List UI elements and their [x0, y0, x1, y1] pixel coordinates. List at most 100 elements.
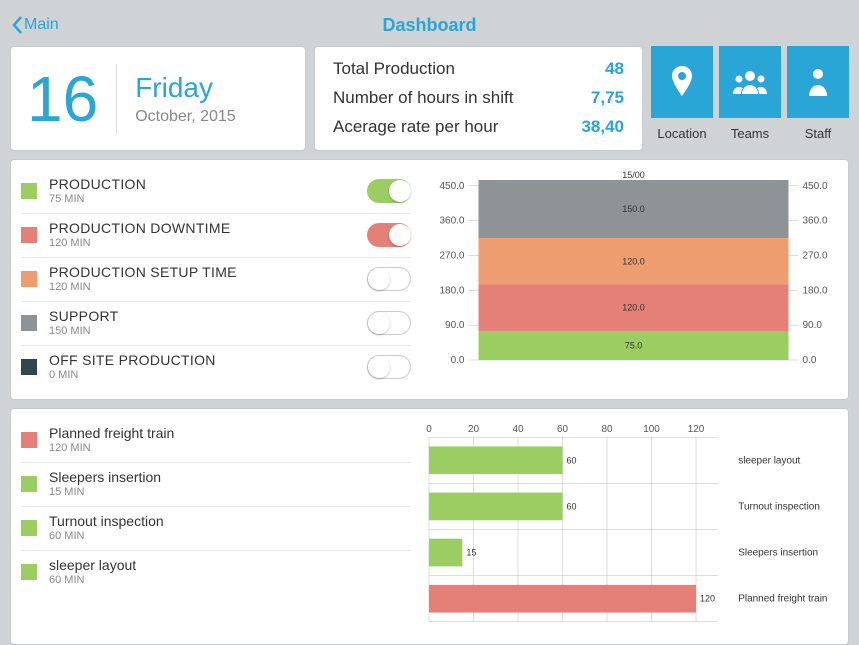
- category-minutes: 120 MIN: [49, 237, 367, 249]
- svg-text:270.0: 270.0: [439, 250, 464, 261]
- stat-label: Total Production: [333, 55, 455, 84]
- category-minutes: 75 MIN: [49, 193, 367, 205]
- color-swatch: [21, 227, 37, 243]
- task-name: Turnout inspection: [49, 513, 411, 529]
- stat-value: 48: [605, 55, 624, 84]
- date-divider: [116, 64, 117, 134]
- color-swatch: [21, 183, 37, 199]
- task-name: Sleepers insertion: [49, 469, 411, 485]
- svg-text:Turnout inspection: Turnout inspection: [738, 501, 820, 512]
- nav-btn-label: Staff: [805, 126, 832, 141]
- color-swatch: [21, 520, 37, 536]
- svg-text:Sleepers insertion: Sleepers insertion: [738, 548, 818, 559]
- chevron-left-icon: [10, 15, 24, 35]
- category-minutes: 120 MIN: [49, 281, 367, 293]
- category-item: SUPPORT150 MIN: [21, 302, 411, 346]
- svg-text:20: 20: [468, 424, 480, 435]
- back-button[interactable]: Main: [10, 15, 59, 35]
- svg-text:15/00: 15/00: [622, 170, 645, 180]
- category-item: PRODUCTION DOWNTIME120 MIN: [21, 214, 411, 258]
- task-minutes: 60 MIN: [49, 574, 411, 586]
- svg-text:Planned freight train: Planned freight train: [738, 594, 827, 605]
- svg-text:180.0: 180.0: [439, 285, 464, 296]
- svg-text:120: 120: [700, 594, 715, 604]
- categories-panel: PRODUCTION75 MINPRODUCTION DOWNTIME120 M…: [10, 159, 849, 400]
- teams-icon: [733, 70, 767, 94]
- svg-text:80: 80: [601, 424, 613, 435]
- task-minutes: 120 MIN: [49, 442, 411, 454]
- category-name: OFF SITE PRODUCTION: [49, 352, 367, 368]
- category-toggle[interactable]: [367, 223, 411, 247]
- back-label: Main: [24, 16, 59, 34]
- category-minutes: 0 MIN: [49, 369, 367, 381]
- svg-text:60: 60: [566, 455, 576, 465]
- stat-value: 38,40: [581, 113, 624, 142]
- svg-text:90.0: 90.0: [445, 320, 465, 331]
- category-name: PRODUCTION SETUP TIME: [49, 264, 367, 280]
- stacked-chart: 0.0 0.0 90.0 90.0 180.0 180.0 270.0 270.0 360.0 3…: [419, 170, 838, 389]
- stats-card: Total Production 48 Number of hours in sh…: [314, 46, 643, 151]
- color-swatch: [21, 271, 37, 287]
- location-button[interactable]: Location: [651, 46, 713, 151]
- category-name: PRODUCTION: [49, 176, 367, 192]
- location-pin-icon: [668, 66, 696, 98]
- svg-text:60: 60: [566, 501, 576, 511]
- color-swatch: [21, 432, 37, 448]
- color-swatch: [21, 476, 37, 492]
- task-name: sleeper layout: [49, 557, 411, 573]
- svg-text:sleeper layout: sleeper layout: [738, 455, 800, 466]
- stat-label: Acerage rate per hour: [333, 113, 498, 142]
- svg-text:120: 120: [688, 424, 705, 435]
- svg-text:360.0: 360.0: [803, 216, 828, 227]
- category-toggle[interactable]: [367, 355, 411, 379]
- date-monthyear: October, 2015: [135, 108, 236, 126]
- date-card: 16 Friday October, 2015: [10, 46, 306, 151]
- category-toggle[interactable]: [367, 267, 411, 291]
- task-name: Planned freight train: [49, 425, 411, 441]
- task-minutes: 60 MIN: [49, 530, 411, 542]
- svg-text:40: 40: [512, 424, 524, 435]
- category-toggle[interactable]: [367, 311, 411, 335]
- color-swatch: [21, 359, 37, 375]
- color-swatch: [21, 564, 37, 580]
- task-minutes: 15 MIN: [49, 486, 411, 498]
- stat-value: 7,75: [591, 84, 624, 113]
- category-item: OFF SITE PRODUCTION0 MIN: [21, 346, 411, 389]
- task-list: Planned freight train120 MINSleepers ins…: [21, 419, 411, 634]
- category-name: PRODUCTION DOWNTIME: [49, 220, 367, 236]
- svg-text:450.0: 450.0: [803, 181, 828, 192]
- date-weekday: Friday: [135, 72, 236, 104]
- nav-btn-label: Teams: [731, 126, 769, 141]
- horizontal-bar-chart: 0 20 40 60 80 100 120 60 sleeper layout 60 Turnout…: [419, 419, 838, 634]
- svg-text:15: 15: [466, 548, 476, 558]
- task-item: Turnout inspection60 MIN: [21, 507, 411, 551]
- teams-button[interactable]: Teams: [719, 46, 781, 151]
- svg-text:0.0: 0.0: [451, 355, 465, 366]
- category-list: PRODUCTION75 MINPRODUCTION DOWNTIME120 M…: [21, 170, 411, 389]
- task-item: Sleepers insertion15 MIN: [21, 463, 411, 507]
- category-name: SUPPORT: [49, 308, 367, 324]
- date-number: 16: [27, 67, 98, 131]
- svg-text:360.0: 360.0: [439, 216, 464, 227]
- color-swatch: [21, 315, 37, 331]
- svg-text:90.0: 90.0: [803, 320, 823, 331]
- svg-text:0: 0: [426, 424, 432, 435]
- tasks-panel: Planned freight train120 MINSleepers ins…: [10, 408, 849, 645]
- svg-text:60: 60: [557, 424, 569, 435]
- nav-btn-label: Location: [657, 126, 706, 141]
- stat-label: Number of hours in shift: [333, 84, 513, 113]
- category-toggle[interactable]: [367, 179, 411, 203]
- svg-text:100: 100: [643, 424, 660, 435]
- svg-text:120.0: 120.0: [622, 303, 645, 313]
- person-icon: [808, 68, 828, 96]
- task-item: sleeper layout60 MIN: [21, 551, 411, 594]
- category-minutes: 150 MIN: [49, 325, 367, 337]
- task-item: Planned freight train120 MIN: [21, 419, 411, 463]
- svg-text:180.0: 180.0: [803, 285, 828, 296]
- category-item: PRODUCTION SETUP TIME120 MIN: [21, 258, 411, 302]
- svg-text:270.0: 270.0: [803, 250, 828, 261]
- svg-text:0.0: 0.0: [803, 355, 817, 366]
- svg-text:75.0: 75.0: [625, 340, 643, 350]
- category-item: PRODUCTION75 MIN: [21, 170, 411, 214]
- staff-button[interactable]: Staff: [787, 46, 849, 151]
